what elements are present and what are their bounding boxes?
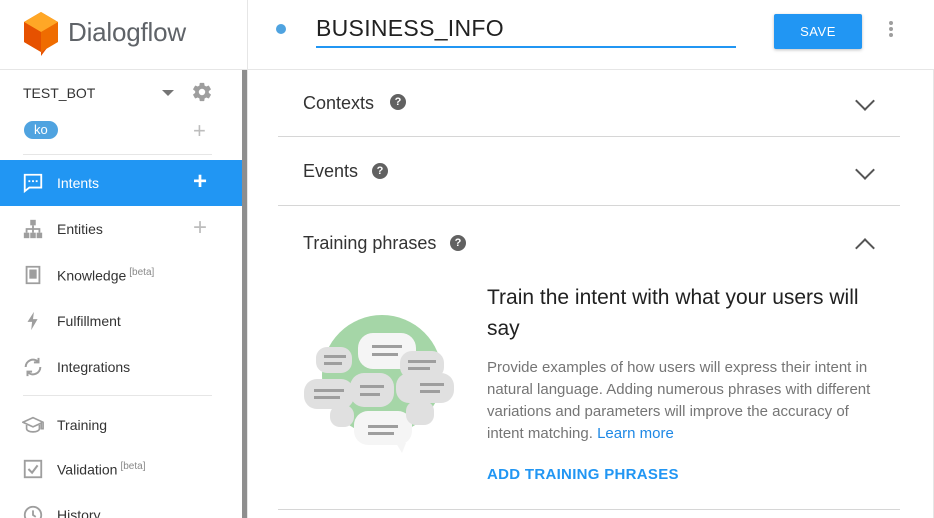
sidebar-item-label: Fulfillment: [57, 313, 121, 329]
sidebar-item-intents[interactable]: Intents +: [0, 160, 242, 206]
beta-badge: [beta]: [129, 267, 155, 278]
sidebar-scrollbar[interactable]: [242, 70, 247, 518]
sidebar-item-validation[interactable]: Validation [beta]: [0, 446, 242, 492]
help-icon[interactable]: ?: [372, 163, 388, 179]
sidebar-item-label: Knowledge [beta]: [57, 267, 155, 284]
sidebar-item-knowledge[interactable]: Knowledge [beta]: [0, 252, 242, 298]
add-entity-button[interactable]: +: [193, 216, 207, 240]
sidebar-item-integrations[interactable]: Integrations: [0, 344, 242, 390]
training-illustration: [304, 315, 454, 453]
add-intent-button[interactable]: +: [193, 170, 207, 194]
sidebar-item-label: Validation [beta]: [57, 461, 146, 478]
section-title[interactable]: Training phrases: [303, 233, 436, 254]
beta-badge: [beta]: [120, 461, 146, 472]
history-icon: [23, 505, 43, 518]
contexts-section[interactable]: Contexts ?: [278, 70, 900, 137]
training-heading: Train the intent with what your users wi…: [487, 286, 859, 340]
intent-name-input[interactable]: [316, 10, 736, 48]
dialogflow-console: Dialogflow TEST_BOT ko + Intents + Entit…: [0, 0, 934, 518]
fulfillment-icon: [27, 311, 38, 331]
help-icon[interactable]: ?: [450, 235, 466, 251]
app-name: Dialogflow: [68, 17, 186, 47]
more-vert-icon[interactable]: [887, 21, 895, 39]
sidebar-item-label: Training: [57, 417, 108, 433]
chevron-up-icon[interactable]: [855, 238, 875, 258]
sidebar-item-label: Integrations: [57, 359, 131, 375]
chevron-down-icon[interactable]: [855, 160, 875, 180]
agent-name[interactable]: TEST_BOT: [23, 85, 95, 101]
sidebar-item-training[interactable]: Training: [0, 402, 242, 448]
chevron-down-icon[interactable]: [855, 91, 875, 111]
knowledge-icon: [25, 265, 41, 285]
language-badge[interactable]: ko: [24, 121, 58, 139]
agent-dropdown-icon[interactable]: [162, 90, 174, 96]
entities-icon: [23, 219, 43, 239]
integrations-icon: [24, 357, 42, 377]
training-description: Provide examples of how users will expre…: [487, 359, 871, 442]
sidebar-item-fulfillment[interactable]: Fulfillment: [0, 298, 242, 344]
validation-icon: [23, 459, 43, 479]
intent-header: SAVE: [248, 0, 934, 70]
add-training-phrases-button[interactable]: ADD TRAINING PHRASES: [487, 466, 679, 483]
divider: [23, 154, 212, 155]
logo[interactable]: Dialogflow: [0, 0, 247, 70]
intents-icon: [23, 173, 43, 194]
help-icon[interactable]: ?: [390, 94, 406, 110]
gear-icon[interactable]: [191, 81, 213, 103]
dialogflow-logo-icon: [24, 12, 58, 56]
divider: [278, 509, 900, 510]
add-language-button[interactable]: +: [193, 120, 206, 142]
sidebar: Dialogflow TEST_BOT ko + Intents + Entit…: [0, 0, 248, 518]
sidebar-item-history[interactable]: History: [0, 492, 242, 518]
training-icon: [22, 416, 44, 433]
divider: [23, 395, 212, 396]
events-section[interactable]: Events ?: [278, 137, 900, 206]
status-dot: [276, 24, 286, 34]
save-button[interactable]: SAVE: [774, 14, 862, 49]
section-title: Contexts: [303, 93, 375, 113]
learn-more-link[interactable]: Learn more: [597, 425, 674, 442]
sidebar-item-entities[interactable]: Entities +: [0, 206, 242, 252]
sidebar-item-label: Intents: [57, 175, 100, 191]
sidebar-item-label: Entities: [57, 221, 103, 237]
section-title: Events: [303, 161, 359, 181]
sidebar-item-label: History: [57, 507, 101, 518]
